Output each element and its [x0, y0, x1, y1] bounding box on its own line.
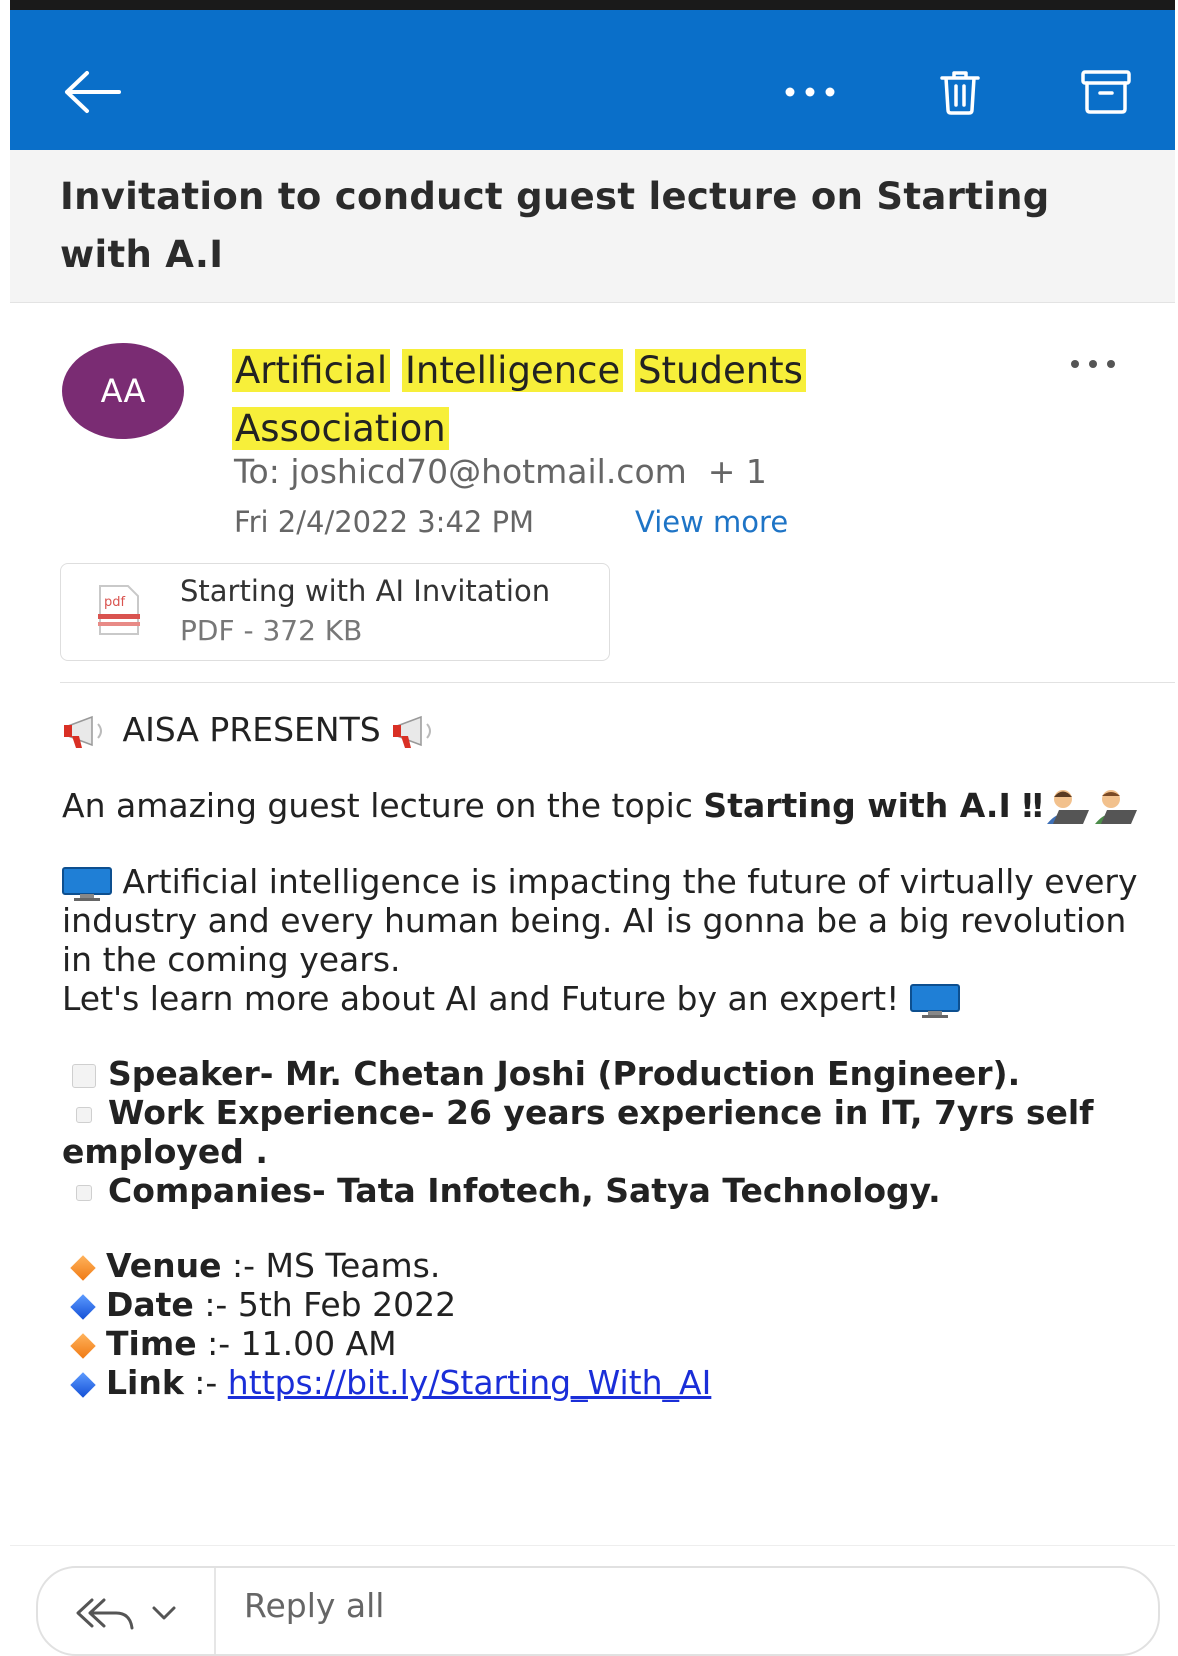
checkbox-icon [76, 1184, 92, 1201]
speaker-text: Speaker- Mr. Chetan Joshi (Production En… [108, 1054, 1021, 1093]
sender-name-word: Students [635, 349, 806, 392]
subject-header: Invitation to conduct guest lecture on S… [10, 150, 1175, 303]
computer-icon [62, 866, 112, 901]
companies-line: Companies- Tata Infotech, Satya Technolo… [62, 1171, 1162, 1210]
trash-icon [940, 71, 980, 115]
checkbox-icon [76, 1106, 92, 1123]
divider [60, 682, 1175, 683]
time-value: :- 11.00 AM [196, 1324, 397, 1363]
intro-text: An amazing guest lecture on the topic [62, 785, 704, 825]
delete-button[interactable] [928, 60, 992, 124]
arrow-left-icon [65, 71, 121, 113]
email-subject: Invitation to conduct guest lecture on S… [60, 175, 1050, 276]
email-reader: Invitation to conduct guest lecture on S… [10, 0, 1175, 1656]
archive-button[interactable] [1074, 60, 1138, 124]
venue-value: :- MS Teams. [221, 1246, 441, 1285]
date-label: Date [106, 1285, 194, 1324]
megaphone-icon [64, 715, 102, 748]
speaker-line: Speaker- Mr. Chetan Joshi (Production En… [62, 1054, 1162, 1093]
experience-text: Work Experience- 26 years experience in … [62, 1093, 1094, 1171]
paragraph-2-text: Let's learn more about AI and Future by … [62, 979, 900, 1018]
sender-name-word: Intelligence [401, 349, 624, 392]
recipient-extra-count: + 1 [707, 452, 767, 491]
orange-diamond-icon [70, 1254, 96, 1281]
sender-name-word: Artificial [232, 349, 391, 392]
reply-all-dropdown[interactable] [74, 1596, 184, 1634]
reply-all-label: Reply all [244, 1586, 385, 1625]
time-line: Time :- 11.00 AM [62, 1324, 1162, 1363]
companies-text: Companies- Tata Infotech, Satya Technolo… [108, 1171, 941, 1210]
chevron-down-icon [152, 1606, 176, 1620]
venue-line: Venue :- MS Teams. [62, 1246, 1162, 1285]
reply-divider [214, 1568, 216, 1654]
reply-all-icon [76, 1598, 176, 1630]
reply-bar: Reply all [10, 1545, 1175, 1656]
technologist-icon [1094, 790, 1137, 824]
recipients[interactable]: To: joshicd70@hotmail.com + 1 [234, 452, 767, 491]
view-more-link[interactable]: View more [635, 505, 788, 539]
attachment-card[interactable]: pdf Starting with AI Invitation PDF - 37… [60, 563, 610, 661]
more-horizontal-icon [785, 87, 835, 97]
svg-text:pdf: pdf [104, 595, 126, 610]
reply-all-field[interactable]: Reply all [36, 1566, 1160, 1656]
paragraph-2: Let's learn more about AI and Future by … [62, 979, 1162, 1018]
blue-diamond-icon [70, 1293, 96, 1320]
intro-line: An amazing guest lecture on the topic St… [62, 786, 1162, 827]
topic-title: Starting with A.I [703, 785, 1011, 825]
experience-line: Work Experience- 26 years experience in … [62, 1093, 1162, 1171]
sender-name-word: Association [232, 407, 449, 450]
message-more-button[interactable] [1070, 354, 1116, 373]
sender-name[interactable]: Artificial Intelligence Students Associat… [232, 342, 992, 458]
presents-line: AISA PRESENTS [62, 710, 1162, 750]
date-value: :- 5th Feb 2022 [193, 1285, 457, 1324]
more-horizontal-icon [1071, 360, 1115, 368]
technologist-icon [1046, 790, 1089, 824]
more-options-button[interactable] [778, 60, 842, 124]
event-link[interactable]: https://bit.ly/Starting_With_AI [228, 1363, 712, 1402]
email-body: AISA PRESENTS An amazing guest lecture o… [62, 710, 1162, 1402]
time-label: Time [106, 1324, 197, 1363]
toolbar [10, 0, 1175, 150]
computer-icon [909, 983, 960, 1018]
megaphone-icon [393, 715, 432, 748]
sent-date: Fri 2/4/2022 3:42 PM [234, 505, 535, 539]
intro-exclaim: ‼ [1010, 785, 1043, 825]
presents-text: AISA PRESENTS [122, 710, 381, 749]
back-button[interactable] [60, 60, 124, 124]
checkbox-icon [72, 1063, 96, 1088]
date-line: Date :- 5th Feb 2022 [62, 1285, 1162, 1324]
paragraph-1-text: Artificial intelligence is impacting the… [62, 862, 1138, 979]
link-line: Link :- https://bit.ly/Starting_With_AI [62, 1363, 1162, 1402]
pdf-icon: pdf [98, 585, 140, 635]
link-label: Link [106, 1363, 184, 1402]
archive-icon [1081, 70, 1131, 114]
paragraph-1: Artificial intelligence is impacting the… [62, 862, 1162, 979]
recipient-address: To: joshicd70@hotmail.com [234, 452, 687, 491]
link-separator: :- [183, 1363, 228, 1402]
attachment-name: Starting with AI Invitation [180, 574, 551, 608]
venue-label: Venue [106, 1246, 222, 1285]
attachment-meta: PDF - 372 KB [180, 614, 363, 647]
blue-diamond-icon [70, 1371, 96, 1398]
sender-avatar[interactable]: AA [62, 343, 184, 439]
orange-diamond-icon [70, 1332, 96, 1359]
